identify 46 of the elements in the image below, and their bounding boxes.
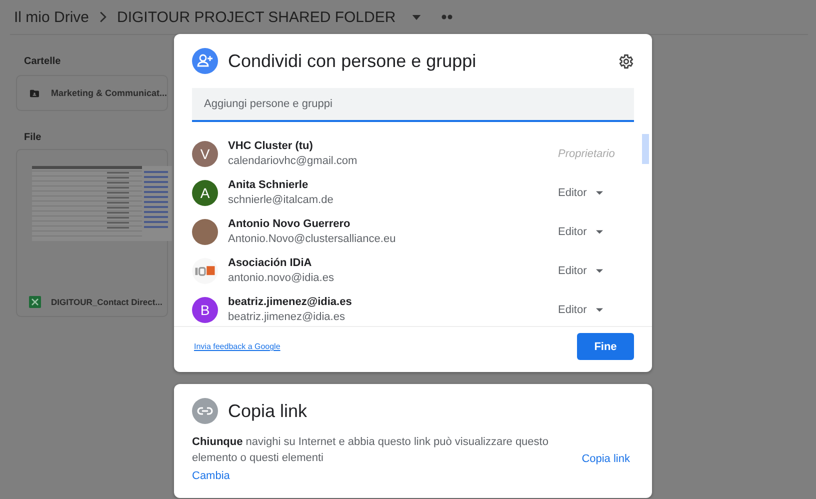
role-dropdown[interactable]: Editor: [558, 186, 628, 198]
caret-icon: [596, 268, 603, 272]
role-dropdown[interactable]: Editor: [558, 304, 628, 316]
avatar: V: [192, 140, 218, 166]
caret-icon[interactable]: [412, 14, 421, 20]
done-button[interactable]: Fine: [577, 333, 634, 360]
add-people-field[interactable]: Aggiungi persone e gruppi: [192, 88, 634, 122]
person-email: calendariovhc@gmail.com: [228, 155, 358, 167]
feedback-link[interactable]: Invia feedback a Google: [194, 342, 280, 351]
section-heading: Cartelle: [23, 55, 62, 65]
avatar: A: [192, 180, 218, 206]
person-email: beatriz.jimenez@idia.es: [228, 311, 346, 323]
folder-card[interactable]: Marketing & Communicat...: [16, 75, 168, 111]
person-name: Anita Schnierle: [228, 179, 310, 191]
person-name: beatriz.jimenez@idia.es: [228, 296, 353, 308]
chevron-right-icon: [99, 11, 108, 23]
person-email: Antonio.Novo@clustersalliance.eu: [228, 233, 397, 245]
settings-icon[interactable]: [617, 52, 634, 70]
avatar: B: [192, 296, 218, 322]
breadcrumb-item[interactable]: DIGITOUR PROJECT SHARED FOLDER: [117, 8, 396, 26]
role-label: Proprietario: [558, 148, 616, 160]
person-email: schnierle@italcam.de: [228, 194, 334, 206]
logo-icon: [192, 258, 218, 284]
copy-link-button[interactable]: Copia link: [578, 449, 634, 469]
spreadsheet-icon: [29, 296, 41, 308]
people-icon[interactable]: [440, 14, 453, 20]
link-icon: [192, 398, 218, 424]
role-dropdown[interactable]: Editor: [558, 226, 628, 238]
caret-icon: [596, 230, 603, 234]
scrollbar-thumb[interactable]: [642, 134, 649, 164]
dialog-title: Copia link: [228, 400, 308, 422]
person-email: antonio.novo@idia.es: [228, 272, 335, 284]
caret-icon: [596, 190, 603, 194]
role-dropdown[interactable]: Editor: [558, 264, 628, 276]
add-person-icon: [192, 48, 218, 74]
person-name: Antonio Novo Guerrero: [228, 218, 352, 230]
person-name: VHC Cluster (tu): [228, 140, 314, 152]
link-description: Chiunque navighi su Internet e abbia questo link può visualizzare questo elemento o questi elementi: [192, 435, 550, 466]
change-link[interactable]: Cambia: [192, 470, 230, 482]
dialog-title: Condividi con persone e gruppi: [228, 50, 478, 72]
breadcrumb-item[interactable]: Il mio Drive: [14, 8, 90, 26]
person-name: Asociación IDiA: [228, 257, 313, 269]
caret-icon: [596, 308, 603, 312]
photo-placeholder: [192, 218, 218, 244]
section-heading: File: [23, 131, 42, 141]
file-name: DIGITOUR_Contact Direct...: [51, 297, 162, 307]
